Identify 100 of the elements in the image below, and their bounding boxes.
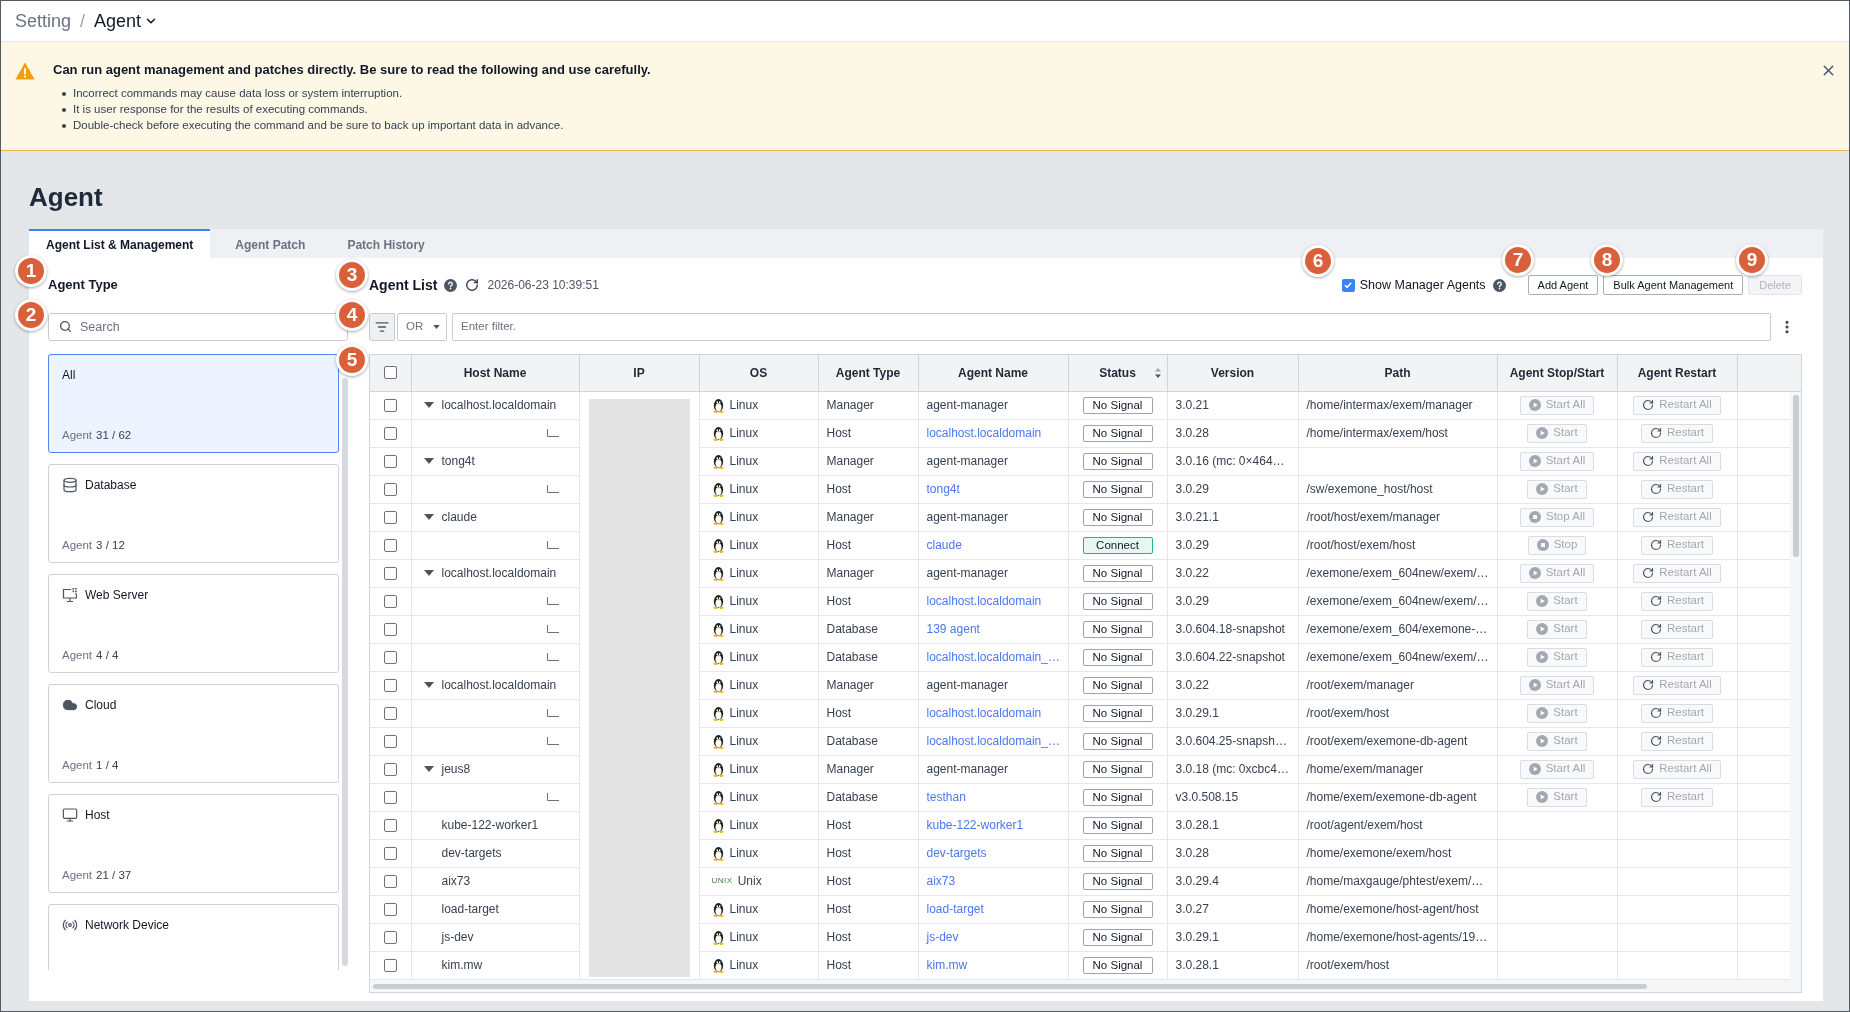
os-name: Linux (729, 425, 759, 442)
checkbox[interactable] (383, 398, 397, 412)
column-header[interactable]: Status (1068, 355, 1167, 391)
host-name: aix73 (441, 873, 471, 890)
vertical-scrollbar[interactable] (1790, 392, 1801, 980)
agent-name-link[interactable]: localhost.localdomain (926, 426, 1042, 440)
restart-icon (1642, 763, 1655, 775)
checkbox[interactable] (383, 454, 397, 468)
caret-down-icon[interactable] (423, 680, 434, 690)
category-card[interactable]: Cloud Agent 1 / 4 (48, 684, 339, 783)
agent-name-link[interactable]: localhost.localdomain_… (926, 734, 1060, 748)
agent-name-link[interactable]: load-target (926, 902, 984, 916)
agent-type: Host (826, 594, 852, 608)
restart-icon (1642, 455, 1655, 467)
column-header: Path (1298, 355, 1497, 391)
help-icon[interactable] (444, 278, 458, 292)
checkbox[interactable] (383, 930, 397, 944)
install-path: /home/exemone/exem/host (1306, 846, 1452, 860)
caret-down-icon[interactable] (423, 512, 434, 522)
caret-down-icon[interactable] (423, 400, 434, 410)
category-card[interactable]: Network Device (48, 904, 339, 970)
checkbox[interactable] (383, 846, 397, 860)
play-icon (1528, 763, 1541, 775)
count-value: 3 / 12 (96, 538, 125, 554)
restart-icon (1649, 791, 1662, 803)
search-field[interactable]: Search (48, 313, 348, 341)
checkbox[interactable] (383, 706, 397, 720)
checkbox[interactable] (383, 958, 397, 972)
agent-name-link[interactable]: localhost.localdomain (926, 594, 1042, 608)
penguin-icon (711, 789, 725, 805)
bullet-icon (62, 92, 66, 96)
play-icon (1536, 623, 1549, 635)
agent-type: Host (826, 902, 852, 916)
filter-button[interactable] (369, 313, 395, 341)
checkbox[interactable] (383, 650, 397, 664)
help-icon[interactable] (1492, 278, 1506, 292)
checkbox[interactable] (383, 510, 397, 524)
count-label: Agent (62, 428, 93, 444)
install-path: /exemone/exem_604/exemone-… (1306, 622, 1488, 636)
agent-type: Host (826, 818, 852, 832)
toolbar-button[interactable]: Add Agent (1527, 275, 1599, 295)
version: 3.0.29.4 (1175, 874, 1219, 888)
card-title: Network Device (85, 917, 170, 934)
install-path: /exemone/exem_604new/exem/… (1306, 566, 1489, 580)
agent-name-link[interactable]: 139 agent (926, 622, 980, 636)
breadcrumb-dropdown[interactable]: Agent (94, 7, 159, 35)
checkbox[interactable] (383, 426, 397, 440)
tab[interactable]: Patch History (330, 229, 442, 258)
category-card[interactable]: All Agent 31 / 62 (48, 354, 339, 453)
penguin-icon (711, 593, 725, 609)
sort-icon[interactable] (1154, 368, 1161, 378)
breadcrumb-link[interactable]: Setting (15, 7, 72, 35)
checkbox[interactable] (383, 482, 397, 496)
checkbox[interactable] (383, 622, 397, 636)
checkbox[interactable] (383, 566, 397, 580)
checkbox[interactable] (383, 902, 397, 916)
checkbox[interactable] (383, 366, 397, 380)
checkbox[interactable] (383, 874, 397, 888)
agent-name-link[interactable]: localhost.localdomain_… (926, 650, 1060, 664)
checkbox[interactable] (383, 678, 397, 692)
agent-type: Database (826, 650, 878, 664)
agent-name-link[interactable]: localhost.localdomain (926, 706, 1042, 720)
caret-down-icon[interactable] (423, 456, 434, 466)
agent-name-link[interactable]: aix73 (926, 874, 956, 888)
agent-name-link[interactable]: dev-targets (926, 846, 987, 860)
bullet-icon (62, 108, 66, 112)
tab[interactable]: Agent Patch (218, 229, 323, 258)
agent-type: Host (826, 538, 852, 552)
os-name: Linux (729, 565, 759, 582)
agent-name-link[interactable]: js-dev (926, 930, 959, 944)
checkbox[interactable] (383, 594, 397, 608)
refresh-icon[interactable] (465, 278, 480, 292)
checkbox[interactable] (383, 734, 397, 748)
filter-input[interactable]: Enter filter. (452, 313, 1771, 341)
checkbox[interactable] (383, 818, 397, 832)
status-badge: No Signal (1082, 705, 1153, 723)
category-card[interactable]: Host Agent 21 / 37 (48, 794, 339, 893)
checkbox[interactable] (383, 538, 397, 552)
status-badge: No Signal (1082, 817, 1153, 835)
operator-select[interactable]: OR (397, 313, 447, 341)
caret-down-icon[interactable] (423, 568, 434, 578)
agent-name-link[interactable]: claude (926, 538, 962, 552)
version: 3.0.21.1 (1175, 510, 1219, 524)
install-path: /home/exem/exemone-db-agent (1306, 790, 1477, 804)
category-card[interactable]: Web Server Agent 4 / 4 (48, 574, 339, 673)
version: 3.0.28 (1175, 846, 1209, 860)
agent-name-link[interactable]: kube-122-worker1 (926, 818, 1024, 832)
checkbox[interactable] (383, 790, 397, 804)
tab[interactable]: Agent List & Management (29, 229, 211, 258)
checkbox[interactable] (383, 762, 397, 776)
agent-name-link[interactable]: kim.mw (926, 958, 968, 972)
agent-name-link[interactable]: testhan (926, 790, 966, 804)
toolbar-button[interactable]: Bulk Agent Management (1603, 275, 1744, 295)
agent-name-link[interactable]: tong4t (926, 482, 960, 496)
sidebar-scrollbar[interactable] (342, 378, 348, 966)
category-card[interactable]: Database Agent 3 / 12 (48, 464, 339, 563)
checkbox[interactable] (1341, 278, 1355, 292)
caret-down-icon[interactable] (423, 764, 434, 774)
card-title: Cloud (85, 697, 117, 714)
horizontal-scrollbar[interactable] (370, 980, 1801, 992)
